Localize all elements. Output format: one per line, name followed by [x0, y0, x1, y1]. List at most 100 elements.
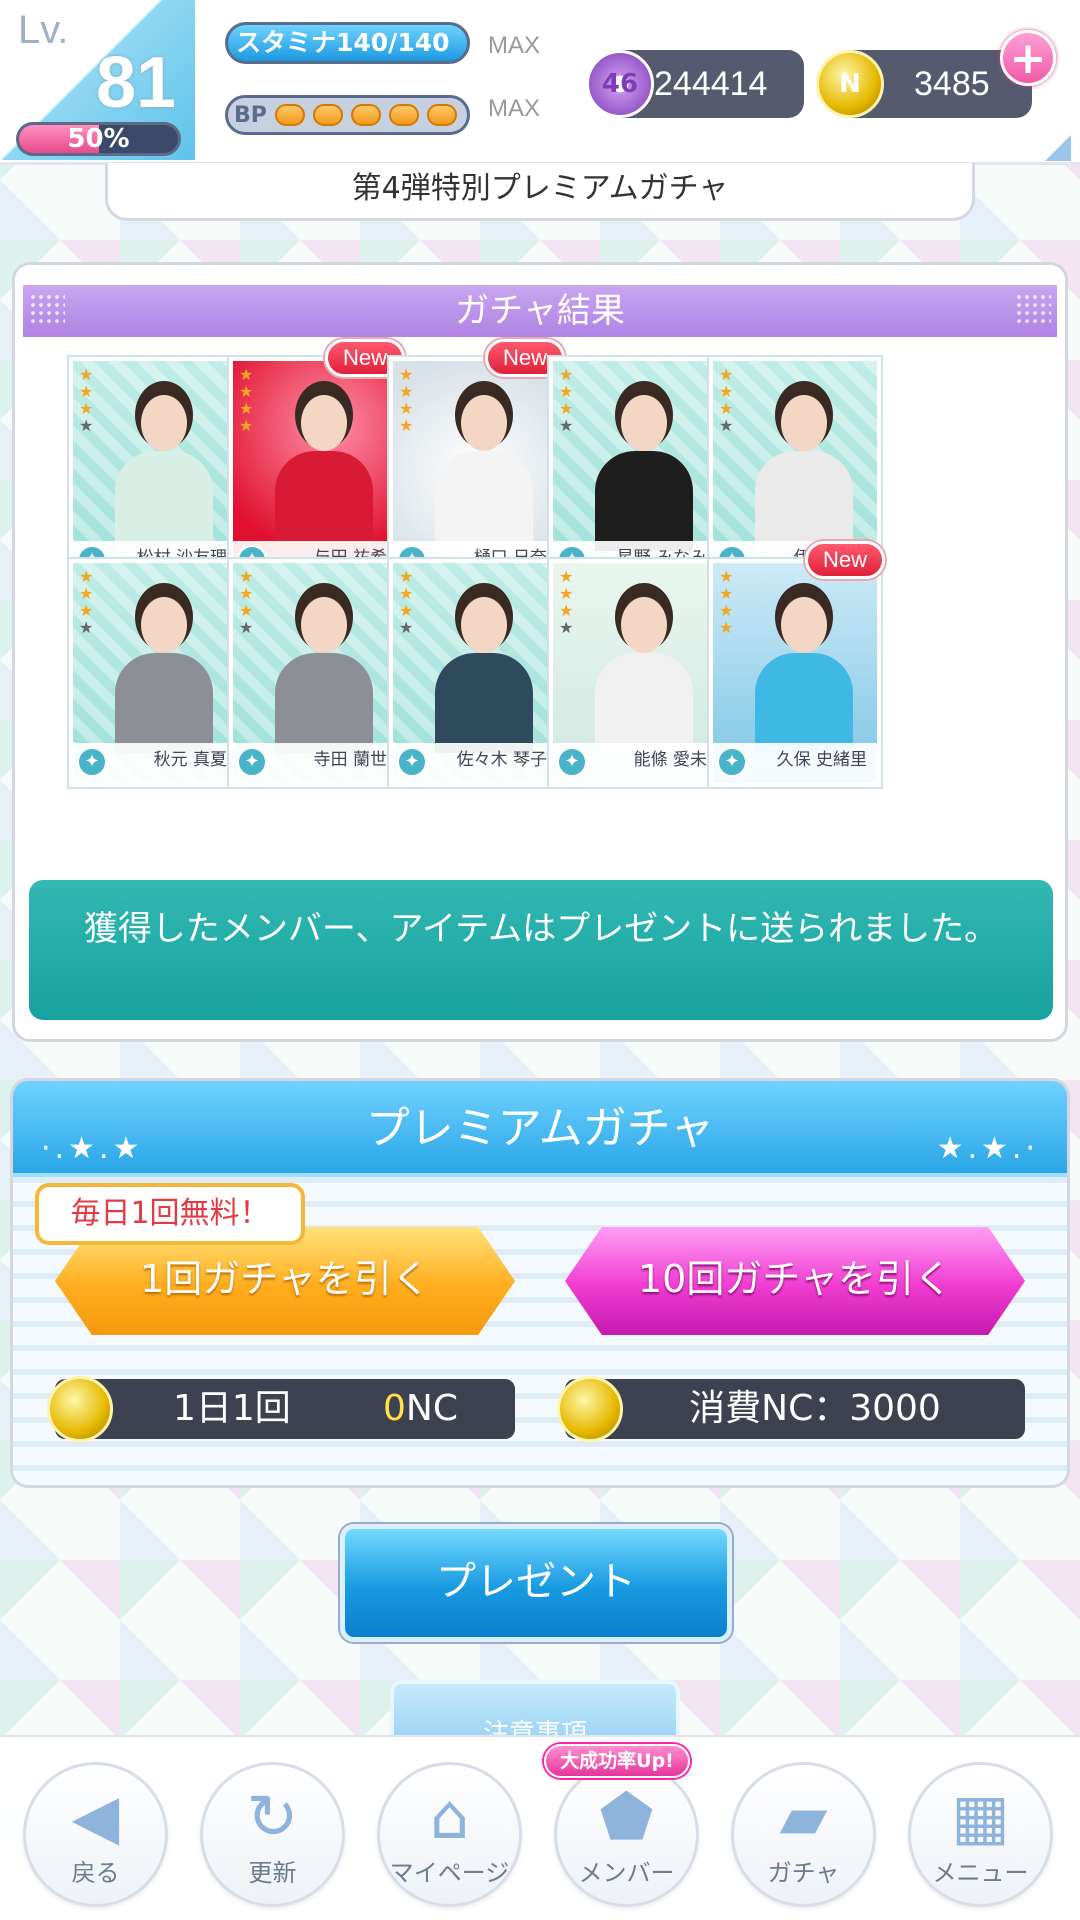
portrait-head	[141, 597, 187, 653]
star-icon: ★	[559, 365, 574, 384]
attribute-icon: ✦	[397, 747, 427, 777]
nav-back-button[interactable]: ◀ 戻る	[23, 1762, 168, 1907]
dots-decoration-icon	[1015, 293, 1051, 325]
attribute-icon: ✦	[77, 747, 107, 777]
daily-free-tag: 毎日1回無料！	[35, 1183, 305, 1245]
single-cost-label: 1日1回	[173, 1388, 291, 1429]
portrait-head	[621, 597, 667, 653]
member-card[interactable]: ★ ★ ★ ★ 寺田 蘭世 ✦	[229, 559, 401, 787]
dots-decoration-icon	[29, 293, 65, 325]
nav-label: メンバー	[578, 1859, 675, 1887]
bp-point	[388, 104, 419, 126]
corner-triangle-icon	[1045, 135, 1071, 161]
coin-count: 3485	[914, 65, 990, 103]
member-card[interactable]: ★ ★ ★ ★ 佐々木 琴子 ✦	[389, 559, 561, 787]
nav-label: ガチャ	[767, 1859, 840, 1887]
exp-bar: 50%	[16, 122, 181, 156]
star-icon: ★	[239, 601, 254, 620]
star-icon: ★	[719, 584, 734, 603]
rarity-stars: ★ ★ ★ ★	[559, 569, 573, 636]
star-icon: ★	[399, 584, 414, 603]
member-card[interactable]: ★★★★与田 祐希✦	[229, 357, 401, 585]
attribute-icon: ✦	[557, 747, 587, 777]
rarity-stars: ★ ★ ★ ★	[399, 367, 413, 434]
nav-mypage-button[interactable]: ⌂ マイページ	[377, 1762, 522, 1907]
portrait-body	[435, 653, 533, 753]
premium-gacha-panel: ·.★.★ プレミアムガチャ ★.★.· 毎日1回無料！ 1回ガチャを引く 10…	[10, 1078, 1070, 1488]
ten-gacha-button[interactable]: 10回ガチャを引く	[565, 1227, 1025, 1335]
member-card[interactable]: ★★★★松村 沙友理✦	[69, 357, 241, 585]
member-card[interactable]: ★ ★ ★ ★ 能條 愛未 ✦	[549, 559, 721, 787]
member-card[interactable]: ★ ★ ★ ★ 秋元 真夏 ✦	[69, 559, 241, 787]
add-currency-button[interactable]: +	[1000, 30, 1056, 86]
star-icon: ★	[239, 399, 254, 418]
attribute-icon: ✦	[717, 747, 747, 777]
member-portrait	[269, 587, 379, 753]
multi-cost-value: 消費NC：3000	[689, 1388, 941, 1429]
stamina-text: スタミナ140/140	[236, 28, 450, 57]
coin-icon: N	[816, 50, 884, 118]
present-button[interactable]: プレゼント	[340, 1524, 732, 1642]
stamina-max-label: MAX	[488, 32, 541, 59]
member-portrait	[109, 385, 219, 551]
portrait-body	[595, 451, 693, 551]
level-value: 81	[96, 43, 177, 123]
portrait-head	[301, 597, 347, 653]
portrait-head	[461, 597, 507, 653]
member-card[interactable]: ★★★★星野 みなみ✦	[549, 357, 721, 585]
member-portrait	[429, 587, 539, 753]
new-badge: New	[805, 541, 885, 579]
star-icon: ★	[79, 399, 94, 418]
portrait-body	[275, 653, 373, 753]
star-icon: ★	[239, 584, 254, 603]
star-icon: ★	[239, 416, 254, 435]
bp-max-label: MAX	[488, 95, 541, 122]
member-portrait	[109, 587, 219, 753]
portrait-head	[781, 597, 827, 653]
star-icon: ★	[239, 567, 254, 586]
refresh-icon: ↻	[246, 1780, 299, 1853]
nav-menu-button[interactable]: ▦ メニュー	[908, 1762, 1053, 1907]
rarity-stars: ★ ★ ★ ★	[559, 367, 573, 434]
star-icon: ★	[399, 601, 414, 620]
star-icon: ★	[79, 584, 94, 603]
result-title: ガチャ結果	[455, 291, 625, 331]
status-bar: Lv. 81 50% スタミナ140/140 MAX BP MAX 244414…	[0, 0, 1080, 165]
star-icon: ★	[719, 382, 734, 401]
bp-point	[426, 104, 457, 126]
portrait-body	[115, 451, 213, 551]
portrait-body	[435, 451, 533, 551]
nav-label: メニュー	[932, 1859, 1029, 1887]
rarity-stars: ★ ★ ★ ★	[719, 367, 733, 434]
nav-label: 戻る	[71, 1859, 120, 1887]
exp-percent: 50%	[67, 124, 130, 154]
member-card[interactable]: ★★★★樋口 日奈✦	[389, 357, 561, 585]
rarity-stars: ★ ★ ★ ★	[79, 367, 93, 434]
member-portrait	[429, 385, 539, 551]
member-portrait	[589, 587, 699, 753]
notes-button[interactable]: 注意事項	[390, 1680, 680, 1740]
rarity-stars: ★ ★ ★ ★	[239, 367, 253, 434]
portrait-head	[621, 395, 667, 451]
star-icon: ★	[79, 618, 94, 637]
jewel-count: 244414	[654, 65, 768, 103]
portrait-head	[301, 395, 347, 451]
attribute-icon: ✦	[237, 747, 267, 777]
star-icon: ★	[719, 416, 734, 435]
bp-bar: BP	[225, 95, 470, 135]
nav-gacha-button[interactable]: ▰ ガチャ	[731, 1762, 876, 1907]
portrait-body	[755, 451, 853, 551]
nav-refresh-button[interactable]: ↻ 更新	[200, 1762, 345, 1907]
star-icon: ★	[719, 399, 734, 418]
star-icon: ★	[399, 399, 414, 418]
rarity-stars: ★ ★ ★ ★	[719, 569, 733, 636]
home-icon: ⌂	[429, 1780, 470, 1853]
star-icon: ★	[399, 416, 414, 435]
portrait-body	[595, 653, 693, 753]
nav-label: マイページ	[389, 1859, 510, 1887]
portrait-body	[115, 653, 213, 753]
nav-member-button[interactable]: ⬟ メンバー	[554, 1762, 699, 1907]
member-portrait	[589, 385, 699, 551]
star-icon: ★	[79, 567, 94, 586]
member-card[interactable]: ★ ★ ★ ★ 久保 史緒里 ✦	[709, 559, 881, 787]
